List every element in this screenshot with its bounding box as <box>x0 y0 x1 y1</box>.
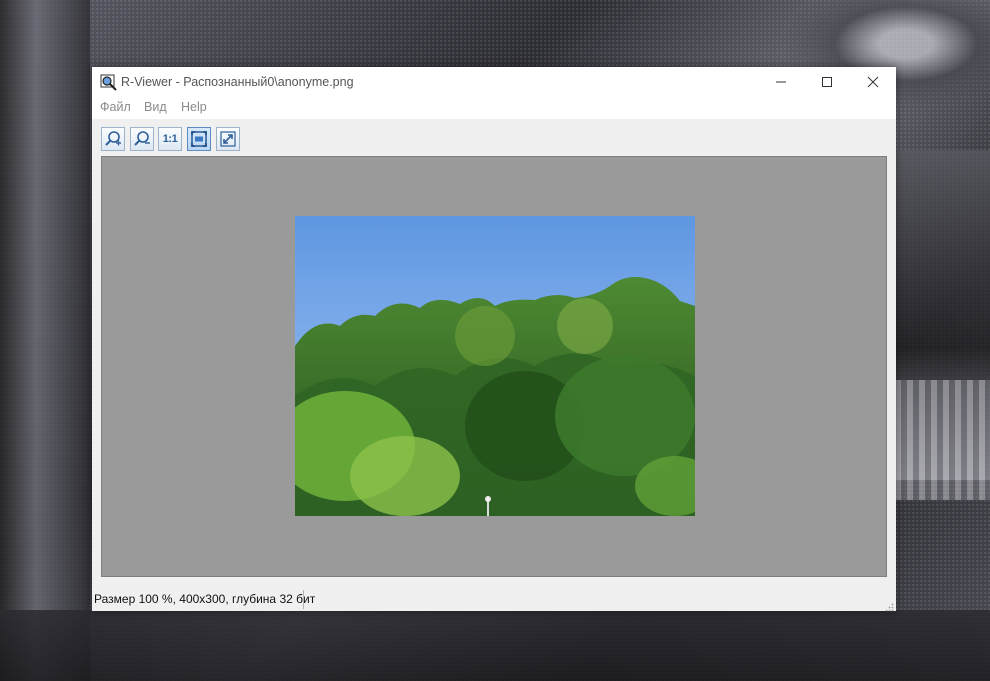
fullscreen-icon <box>220 131 236 147</box>
fullscreen-button[interactable] <box>216 127 240 151</box>
status-separator <box>303 590 304 609</box>
close-icon <box>867 76 879 88</box>
menu-help[interactable]: Help <box>181 100 207 114</box>
maximize-button[interactable] <box>804 67 850 97</box>
app-viewer-icon <box>100 74 118 91</box>
minimize-icon <box>776 81 786 83</box>
desktop-art <box>895 380 990 500</box>
fit-window-button[interactable] <box>187 127 211 151</box>
status-text: Размер 100 %, 400x300, глубина 32 бит <box>94 592 316 606</box>
menu-file[interactable]: Файл <box>100 100 131 114</box>
zoom-out-icon <box>134 131 150 146</box>
window-title: R-Viewer - Распознанный0\anonyme.png <box>121 75 354 89</box>
maximize-icon <box>822 77 832 87</box>
desktop-art <box>0 0 90 681</box>
menu-bar: Файл Вид Help <box>92 97 896 119</box>
close-button[interactable] <box>850 67 896 97</box>
actual-size-icon: 1:1 <box>162 133 178 145</box>
resize-grip-icon[interactable] <box>884 599 894 612</box>
zoom-in-icon <box>105 131 121 146</box>
actual-size-button[interactable]: 1:1 <box>158 127 182 151</box>
viewer-window: R-Viewer - Распознанный0\anonyme.png Фай… <box>92 67 896 612</box>
image-viewport[interactable] <box>101 156 887 577</box>
title-bar[interactable]: R-Viewer - Распознанный0\anonyme.png <box>92 67 896 97</box>
zoom-in-button[interactable] <box>101 127 125 151</box>
zoom-out-button[interactable] <box>130 127 154 151</box>
minimize-button[interactable] <box>758 67 804 97</box>
displayed-image <box>295 216 695 516</box>
toolbar: 1:1 <box>92 119 896 153</box>
fit-window-icon <box>191 131 207 147</box>
status-bar: Размер 100 %, 400x300, глубина 32 бит <box>92 588 896 612</box>
menu-view[interactable]: Вид <box>144 100 167 114</box>
desktop-art <box>0 610 990 681</box>
